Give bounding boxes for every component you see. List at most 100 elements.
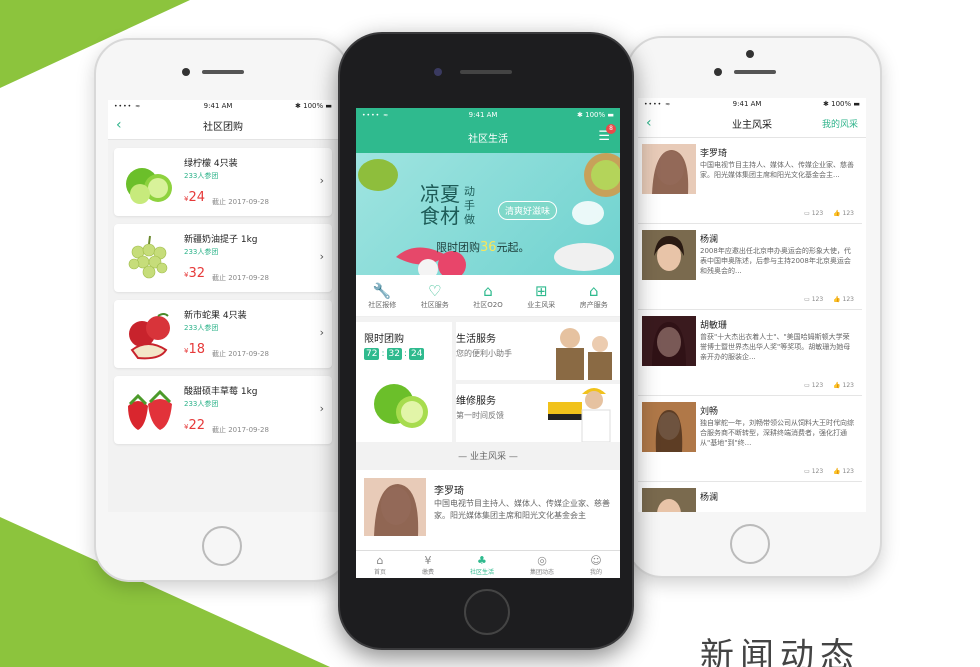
home-icon: ⌂ bbox=[376, 553, 384, 567]
owner-name: 杨澜 bbox=[700, 235, 719, 245]
status-bar: •••• ≈ 9:41 AM ✱ 100% ▬ bbox=[356, 108, 620, 122]
news-section-title: 新闻动态 bbox=[700, 636, 860, 667]
comment-icon[interactable]: ▭ 123 bbox=[804, 210, 823, 217]
life-service-subtitle: 您的便利小助手 bbox=[456, 349, 512, 358]
location-icon: ◎ bbox=[537, 553, 547, 567]
apple-image bbox=[129, 313, 170, 360]
product-card[interactable]: 酸甜硕丰草莓 1kg 233人参团 ¥22 截止 2017-09-28 › bbox=[114, 376, 332, 444]
owners-section-title: — 业主风采 — bbox=[356, 446, 620, 468]
signal-icon: •••• ≈ bbox=[114, 102, 142, 110]
left-phone: •••• ≈ 9:41 AM ✱ 100% ▬ ‹ 社区团购 绿柠檬 4只装 2… bbox=[94, 38, 350, 582]
owner-meta: ▭ 123 👍 123 bbox=[804, 468, 854, 475]
chevron-right-icon: › bbox=[319, 326, 324, 339]
back-chevron-icon[interactable]: ‹ bbox=[646, 115, 652, 131]
owner-preview[interactable]: 李罗琦 中国电视节目主持人、媒体人、传媒企业家、慈善家。阳光媒体集团主席和阳光文… bbox=[356, 470, 620, 550]
front-camera bbox=[746, 50, 754, 58]
owner-list-item[interactable]: 杨澜 bbox=[638, 482, 862, 512]
owner-name: 李罗琦 bbox=[434, 486, 464, 497]
status-bar: •••• ≈ 9:41 AM ✱ 100% ▬ bbox=[108, 100, 338, 112]
page-title: 社区团购 bbox=[203, 122, 243, 133]
service-owners[interactable]: ⊞ 业主风采 bbox=[527, 282, 555, 310]
banner-side-title: 动手做 bbox=[464, 185, 475, 226]
product-name: 新市蛇果 4只装 bbox=[184, 311, 247, 321]
tab-payment[interactable]: ¥ 缴费 bbox=[422, 554, 434, 576]
product-card[interactable]: 新市蛇果 4只装 233人参团 ¥18 截止 2017-09-28 › bbox=[114, 300, 332, 368]
battery-level: ✱ 100% ▬ bbox=[577, 111, 614, 119]
home-button[interactable] bbox=[202, 526, 242, 566]
back-chevron-icon[interactable]: ‹ bbox=[116, 117, 122, 133]
banner-title: 凉夏 食材 bbox=[420, 182, 460, 228]
deadline: 截止 2017-09-28 bbox=[212, 274, 269, 282]
lime-image bbox=[374, 384, 428, 428]
tab-group-news[interactable]: ◎ 集团动态 bbox=[530, 554, 554, 576]
owner-meta: ▭ 123 👍 123 bbox=[804, 210, 854, 217]
product-name: 酸甜硕丰草莓 1kg bbox=[184, 387, 258, 397]
user-icon: ☺ bbox=[590, 553, 602, 567]
right-screen: •••• ≈ 9:41 AM ✱ 100% ▬ ‹ 业主风采 我的风采 李罗琦 … bbox=[638, 98, 866, 512]
repair-service-subtitle: 第一时间反馈 bbox=[456, 411, 504, 420]
store-icon: ⌂ bbox=[588, 281, 599, 300]
joined-count: 233人参团 bbox=[184, 172, 219, 180]
owner-list-item[interactable]: 杨澜 2008年应邀出任北京申办奥运会的形象大使，代表中国申奥陈述，后参与主持2… bbox=[638, 224, 862, 310]
product-card[interactable]: 绿柠檬 4只装 233人参团 ¥24 截止 2017-09-28 › bbox=[114, 148, 332, 216]
money-bag-icon: ¥ bbox=[424, 553, 432, 567]
nav-bar: ‹ 社区团购 bbox=[108, 112, 338, 140]
my-style-link[interactable]: 我的风采 bbox=[822, 117, 858, 130]
speaker bbox=[202, 70, 244, 74]
status-time: 9:41 AM bbox=[468, 111, 498, 119]
life-service-card[interactable]: 生活服务 您的便利小助手 bbox=[456, 322, 620, 380]
like-icon[interactable]: 👍 123 bbox=[833, 296, 854, 303]
strawberry-image bbox=[128, 389, 172, 430]
status-time: 9:41 AM bbox=[203, 102, 233, 110]
owner-photo bbox=[364, 478, 426, 536]
grapes-image bbox=[128, 235, 168, 279]
owner-desc: 中国电视节目主持人、媒体人、传媒企业家、慈善家。阳光媒体集团主席和阳光文化基金会… bbox=[700, 161, 854, 179]
status-time: 9:41 AM bbox=[732, 100, 762, 108]
chevron-right-icon: › bbox=[319, 250, 324, 263]
nav-bar: ‹ 业主风采 我的风采 bbox=[638, 110, 866, 138]
service-property[interactable]: ⌂ 房产服务 bbox=[580, 282, 608, 310]
front-camera bbox=[714, 68, 722, 76]
owner-desc: 中国电视节目主持人、媒体人、传媒企业家、慈善家。阳光媒体集团主席和阳光文化基金会… bbox=[434, 499, 610, 520]
owner-list-item[interactable]: 李罗琦 中国电视节目主持人、媒体人、传媒企业家、慈善家。阳光媒体集团主席和阳光文… bbox=[638, 138, 862, 224]
repairman-image bbox=[548, 388, 611, 442]
signal-icon: •••• ≈ bbox=[644, 100, 672, 108]
lime-image bbox=[126, 168, 172, 204]
like-icon[interactable]: 👍 123 bbox=[833, 468, 854, 475]
wrench-icon: 🔧 bbox=[372, 281, 392, 300]
banner-pill: 清爽好滋味 bbox=[498, 201, 558, 220]
service-community[interactable]: ♡ 社区服务 bbox=[421, 282, 449, 310]
tab-home[interactable]: ⌂ 首页 bbox=[374, 554, 386, 576]
header: •••• ≈ 9:41 AM ✱ 100% ▬ 社区生活 ☰ 8 bbox=[356, 108, 620, 153]
repair-service-card[interactable]: 维修服务 第一时间反馈 bbox=[456, 384, 620, 442]
comment-icon[interactable]: ▭ 123 bbox=[804, 468, 823, 475]
center-phone: •••• ≈ 9:41 AM ✱ 100% ▬ 社区生活 ☰ 8 凉夏 食材 动… bbox=[338, 32, 634, 650]
owner-list-item[interactable]: 胡敏珊 曾获"十大杰出衣着人士"、"美国哈姆斯顿大学荣誉博士暨世界杰出华人奖"等… bbox=[638, 310, 862, 396]
owner-list-item[interactable]: 刘畅 独自掌舵一年，刘畅带领公司从饲料大王时代向综合服务商不断转型，深耕终端消费… bbox=[638, 396, 862, 482]
chevron-right-icon: › bbox=[319, 402, 324, 415]
owner-name: 杨澜 bbox=[700, 493, 719, 503]
like-icon[interactable]: 👍 123 bbox=[833, 210, 854, 217]
flash-sale-card[interactable]: 限时团购 72: 32: 24 bbox=[356, 322, 452, 442]
page-title: 社区生活 bbox=[468, 134, 508, 145]
product-card[interactable]: 新疆奶油提子 1kg 233人参团 ¥32 截止 2017-09-28 › bbox=[114, 224, 332, 292]
home-button[interactable] bbox=[464, 589, 510, 635]
product-price: ¥18 bbox=[184, 342, 206, 357]
service-o2o[interactable]: ⌂ 社区O2O bbox=[473, 282, 502, 310]
tab-mine[interactable]: ☺ 我的 bbox=[590, 554, 602, 576]
owner-photo bbox=[642, 144, 696, 194]
promo-banner[interactable]: 凉夏 食材 动手做 清爽好滋味 限时团购36元起。 bbox=[356, 153, 620, 275]
owner-photo bbox=[642, 402, 696, 452]
service-repair[interactable]: 🔧 社区报修 bbox=[368, 282, 396, 310]
owner-desc: 曾获"十大杰出衣着人士"、"美国哈姆斯顿大学荣誉博士暨世界杰出华人奖"等奖项。胡… bbox=[700, 333, 851, 361]
heart-icon: ♡ bbox=[428, 281, 442, 300]
chevron-right-icon: › bbox=[319, 174, 324, 187]
home-button[interactable] bbox=[730, 524, 770, 564]
deadline: 截止 2017-09-28 bbox=[212, 198, 269, 206]
tab-community-life[interactable]: ♣ 社区生活 bbox=[470, 554, 494, 576]
owner-name: 胡敏珊 bbox=[700, 321, 728, 331]
comment-icon[interactable]: ▭ 123 bbox=[804, 382, 823, 389]
comment-icon[interactable]: ▭ 123 bbox=[804, 296, 823, 303]
like-icon[interactable]: 👍 123 bbox=[833, 382, 854, 389]
nav-bar: 社区生活 ☰ 8 bbox=[356, 122, 620, 153]
